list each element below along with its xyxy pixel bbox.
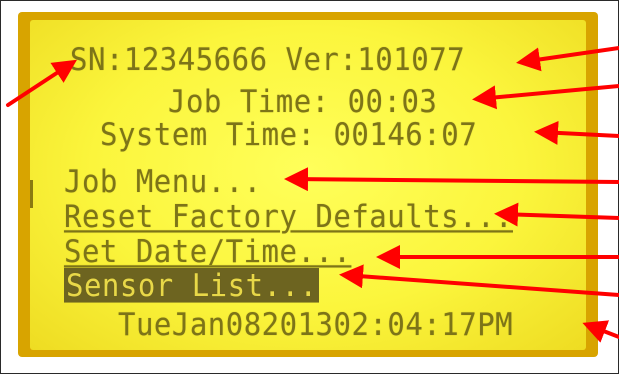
system-time-line: System Time: 00146:07 <box>100 115 478 153</box>
job-time-line: Job Time: 00:03 <box>168 82 438 120</box>
lcd-edge-mark <box>30 180 33 208</box>
menu-item-set-date-time[interactable]: Set Date/Time... <box>64 234 351 269</box>
menu-item-job-menu[interactable]: Job Menu... <box>64 164 262 199</box>
serial-version-line: SN:12345666 Ver:101077 <box>70 40 466 78</box>
menu-item-reset-factory-defaults[interactable]: Reset Factory Defaults... <box>64 199 513 234</box>
menu-item-sensor-list[interactable]: Sensor List... <box>64 268 320 303</box>
datetime-line: TueJan08201302:04:17PM <box>118 305 514 343</box>
